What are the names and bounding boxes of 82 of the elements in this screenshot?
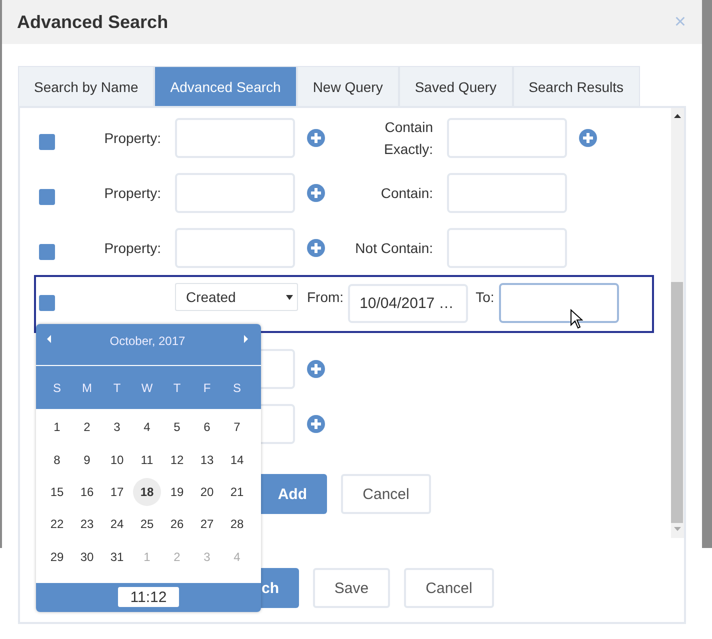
weekday-label: F: [202, 380, 212, 394]
calendar-day[interactable]: 11: [133, 446, 161, 474]
mouse-pointer-icon: [570, 309, 583, 329]
calendar-day[interactable]: 26: [163, 510, 191, 538]
calendar-day[interactable]: 12: [163, 446, 191, 474]
checkbox[interactable]: [39, 134, 55, 150]
to-label: To:: [476, 289, 494, 305]
calendar-day[interactable]: 2: [73, 413, 101, 442]
tab[interactable]: New Query: [296, 66, 399, 106]
scroll-down-icon[interactable]: [674, 527, 681, 531]
condition-label: Contain Exactly:: [382, 118, 433, 159]
cancel-button[interactable]: Cancel: [404, 568, 494, 608]
weekday-label: W: [140, 380, 154, 394]
property-select[interactable]: Created: [175, 283, 298, 311]
condition-field[interactable]: [447, 173, 567, 213]
month-title: October, 2017: [110, 334, 186, 348]
calendar-day[interactable]: 3: [103, 413, 131, 442]
weekday-label: S: [232, 380, 242, 394]
cancel-button[interactable]: Cancel: [341, 474, 431, 514]
weekday-label: T: [172, 380, 182, 394]
calendar-day[interactable]: 4: [133, 413, 161, 442]
calendar-day[interactable]: 15: [43, 478, 71, 506]
calendar-day[interactable]: 25: [133, 510, 161, 538]
weekday-label: M: [81, 380, 93, 394]
calendar-day[interactable]: 19: [163, 478, 191, 506]
tab[interactable]: Saved Query: [398, 66, 513, 106]
calendar-day[interactable]: 31: [103, 542, 131, 571]
add-icon[interactable]: [307, 360, 325, 378]
calendar-day[interactable]: 8: [43, 446, 71, 474]
weekday-label: T: [112, 380, 122, 394]
calendar-day[interactable]: 9: [73, 446, 101, 474]
calendar-day[interactable]: 23: [73, 510, 101, 538]
condition-field[interactable]: [447, 118, 567, 158]
calendar-day[interactable]: 29: [43, 542, 71, 571]
calendar-day[interactable]: 5: [163, 413, 191, 442]
add-icon[interactable]: [307, 239, 325, 257]
scroll-up-icon[interactable]: [674, 114, 681, 118]
calendar-day[interactable]: 13: [193, 446, 221, 474]
add-icon[interactable]: [307, 415, 325, 433]
property-label: Property:: [103, 184, 161, 203]
from-label: From:: [307, 289, 344, 305]
calendar-day[interactable]: 21: [223, 478, 251, 506]
tab[interactable]: Search Results: [512, 66, 640, 106]
property-field[interactable]: [175, 173, 295, 213]
from-date-field[interactable]: 10/04/2017 …: [348, 284, 468, 323]
to-date-field[interactable]: [499, 283, 620, 323]
calendar-day[interactable]: 24: [103, 510, 131, 538]
condition-label: Not Contain:: [354, 239, 433, 258]
calendar-day[interactable]: 30: [73, 542, 101, 571]
calendar-day[interactable]: 18: [133, 478, 161, 506]
calendar-day[interactable]: 10: [103, 446, 131, 474]
add-icon[interactable]: [307, 129, 325, 147]
checkbox[interactable]: [39, 295, 55, 311]
calendar-day[interactable]: 1: [43, 413, 71, 442]
dialog-title: Advanced Search: [17, 12, 168, 32]
condition-field[interactable]: [447, 228, 567, 268]
calendar-day[interactable]: 6: [193, 413, 221, 442]
calendar-day[interactable]: 20: [193, 478, 221, 506]
tab[interactable]: Search by Name: [18, 66, 154, 106]
scrollbar-thumb[interactable]: [671, 282, 683, 523]
property-field[interactable]: [175, 118, 295, 158]
property-label: Property:: [103, 129, 161, 148]
weekday-label: S: [52, 380, 62, 394]
calendar-day[interactable]: 22: [43, 510, 71, 538]
checkbox[interactable]: [39, 244, 55, 260]
property-label: Property:: [103, 239, 161, 258]
condition-label: Contain:: [380, 184, 433, 203]
scrollbar[interactable]: [671, 108, 684, 538]
add-icon[interactable]: [307, 184, 325, 202]
time-field[interactable]: 11:12: [118, 587, 179, 608]
calendar-day[interactable]: 14: [223, 446, 251, 474]
calendar-day[interactable]: 17: [103, 478, 131, 506]
next-month-button[interactable]: [242, 334, 249, 346]
property-field[interactable]: [175, 228, 295, 268]
save-button[interactable]: Save: [313, 568, 390, 608]
calendar-day[interactable]: 7: [223, 413, 251, 442]
calendar-day[interactable]: 27: [193, 510, 221, 538]
add-icon[interactable]: [579, 129, 597, 147]
calendar-day[interactable]: 28: [223, 510, 251, 538]
dropdown-icon: [286, 294, 293, 300]
calendar-day[interactable]: 16: [73, 478, 101, 506]
checkbox[interactable]: [39, 189, 55, 205]
